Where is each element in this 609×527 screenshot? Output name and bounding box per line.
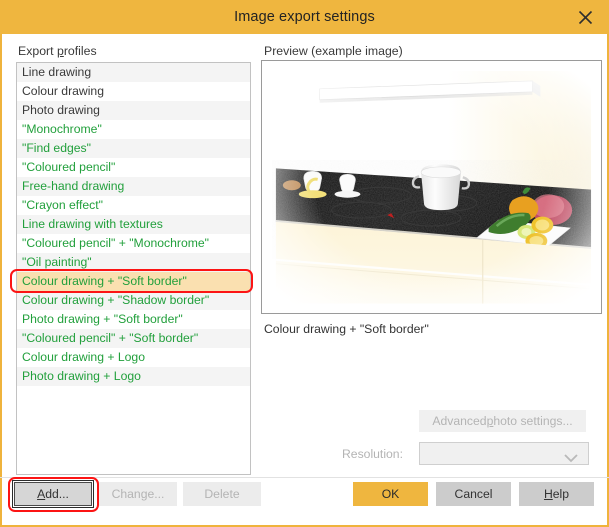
add-label-accel: A [37,487,46,501]
profile-list-item[interactable]: "Coloured pencil" + "Monochrome" [17,234,250,253]
profile-list-item[interactable]: Line drawing [17,63,250,82]
advanced-label-accel: p [486,414,494,428]
preview-image-box [261,60,602,314]
export-label-prefix: Export [18,44,57,58]
profile-list-item[interactable]: Photo drawing [17,101,250,120]
profile-list-item[interactable]: "Crayon effect" [17,196,250,215]
profile-list-item[interactable]: Free-hand drawing [17,177,250,196]
image-export-settings-dialog: Image export settings Export profiles Pr… [0,0,609,527]
delete-button: Delete [183,482,261,506]
export-profiles-list[interactable]: Line drawing Colour drawing Photo drawing "… [16,62,251,475]
profile-list-item[interactable]: "Coloured pencil" + "Soft border" [17,329,250,348]
close-icon[interactable] [575,7,595,27]
profile-list-item[interactable]: Colour drawing [17,82,250,101]
profile-list-item[interactable]: Photo drawing + Logo [17,367,250,386]
export-profiles-label: Export profiles [18,44,97,58]
export-label-suffix: rofiles [63,44,97,58]
add-button[interactable]: Add... [12,480,94,508]
profile-list-item[interactable]: Photo drawing + "Soft border" [17,310,250,329]
footer-separator [0,477,609,478]
preview-label: Preview (example image) [264,44,403,58]
profile-list-item[interactable]: "Oil painting" [17,253,250,272]
profile-list-item[interactable]: "Coloured pencil" [17,158,250,177]
kitchen-counter-render [262,61,601,313]
profile-list-item[interactable]: Line drawing with textures [17,215,250,234]
add-label-suffix: dd... [45,487,69,501]
dialog-title: Image export settings [234,9,375,25]
export-label-accel: p [56,44,64,58]
change-button: Change... [99,482,177,506]
help-label-suffix: elp [552,487,570,501]
resolution-label: Resolution: [342,447,403,461]
advanced-photo-settings-button: Advanced p hoto settings... [419,410,586,432]
advanced-label-prefix: Advanced [432,414,487,428]
profile-list-item[interactable]: Colour drawing + "Shadow border" [17,291,250,310]
profile-list-item[interactable]: Colour drawing + "Soft border" [17,272,250,291]
help-button[interactable]: Help [519,482,594,506]
profile-list-item[interactable]: "Monochrome" [17,120,250,139]
resolution-dropdown [419,442,589,465]
ok-button[interactable]: OK [353,482,428,506]
preview-caption: Colour drawing + "Soft border" [264,322,429,336]
profile-list-item[interactable]: Colour drawing + Logo [17,348,250,367]
help-label-accel: H [543,487,553,501]
advanced-label-suffix: hoto settings... [493,414,573,428]
profile-list-item[interactable]: "Find edges" [17,139,250,158]
title-bar: Image export settings [0,0,609,34]
chevron-down-icon [564,450,578,468]
cancel-button[interactable]: Cancel [436,482,511,506]
